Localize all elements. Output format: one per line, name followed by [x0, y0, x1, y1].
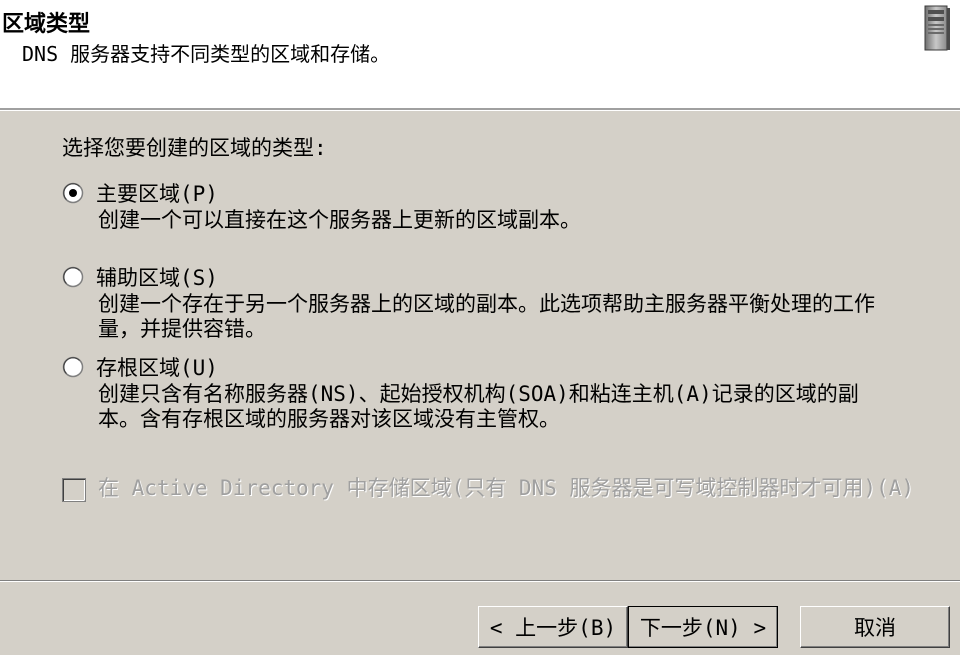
- stub-zone-radio[interactable]: [62, 356, 84, 378]
- server-icon: [924, 5, 950, 51]
- page-subtitle: DNS 服务器支持不同类型的区域和存储。: [22, 42, 391, 66]
- new-zone-wizard-dialog: 区域类型 DNS 服务器支持不同类型的区域和存储。 选择您要创建的区域的类型:: [0, 0, 960, 655]
- page-title: 区域类型: [2, 12, 91, 37]
- primary-zone-radio[interactable]: [62, 182, 84, 204]
- footer-separator: [0, 580, 960, 582]
- back-button[interactable]: < 上一步(B): [478, 606, 628, 648]
- secondary-zone-description: 创建一个存在于另一个服务器上的区域的副本。此选项帮助主服务器平衡处理的工作量，并…: [98, 292, 875, 341]
- store-in-ad-checkbox[interactable]: [62, 478, 86, 502]
- stub-zone-description: 创建只含有名称服务器(NS)、起始授权机构(SOA)和粘连主机(A)记录的区域的…: [98, 382, 859, 431]
- zone-type-prompt: 选择您要创建的区域的类型:: [62, 136, 327, 160]
- primary-zone-description: 创建一个可以直接在这个服务器上更新的区域副本。: [98, 208, 581, 232]
- stub-zone-label[interactable]: 存根区域(U): [96, 352, 218, 382]
- next-button[interactable]: 下一步(N) >: [628, 606, 778, 648]
- secondary-zone-radio[interactable]: [62, 266, 84, 288]
- secondary-zone-label[interactable]: 辅助区域(S): [96, 262, 218, 292]
- store-in-ad-label: 在 Active Directory 中存储区域(只有 DNS 服务器是可写域控…: [98, 476, 915, 500]
- cancel-button[interactable]: 取消: [800, 606, 950, 648]
- primary-zone-label[interactable]: 主要区域(P): [96, 178, 218, 208]
- wizard-header: 区域类型 DNS 服务器支持不同类型的区域和存储。: [0, 0, 960, 110]
